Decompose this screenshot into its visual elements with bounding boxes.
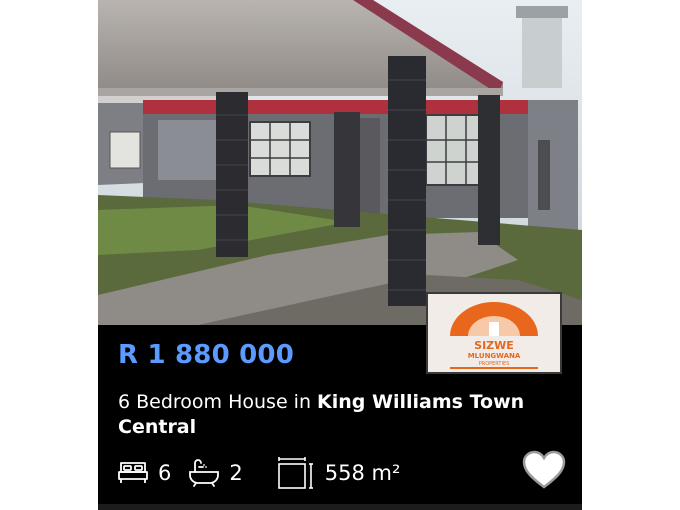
bedrooms-count: 6: [158, 461, 172, 485]
listing-title[interactable]: 6 Bedroom House in King Williams Town Ce…: [118, 390, 538, 440]
listing-card[interactable]: SIZWE MLUNGWANA PROPERTIES R 1 880 000 6…: [98, 0, 582, 510]
logo-house: [489, 322, 499, 336]
logo-text-line2: MLUNGWANA: [468, 352, 521, 360]
agency-logo[interactable]: SIZWE MLUNGWANA PROPERTIES: [426, 292, 562, 374]
logo-underline: [450, 367, 538, 369]
floor-size-icon: [277, 457, 313, 489]
listing-title-prefix: 6 Bedroom House in: [118, 391, 318, 413]
listing-price: R 1 880 000: [118, 340, 295, 370]
bath-icon: [189, 459, 220, 487]
listing-features: 6 2 558 m²: [118, 455, 418, 491]
logo-text-line3: PROPERTIES: [479, 361, 510, 367]
listing-photo[interactable]: [98, 0, 582, 325]
card-bottom-edge: [98, 504, 582, 510]
floor-size-feature: 558 m²: [261, 456, 401, 490]
heart-icon: [522, 450, 566, 489]
bathrooms-count: 2: [229, 461, 243, 485]
logo-text-line1: SIZWE: [474, 339, 514, 352]
floor-size-value: 558 m²: [324, 461, 401, 485]
bedrooms-feature: 6: [118, 460, 171, 486]
bed-icon: [118, 462, 148, 483]
bathrooms-feature: 2: [189, 459, 243, 487]
favourite-button[interactable]: [522, 450, 566, 490]
